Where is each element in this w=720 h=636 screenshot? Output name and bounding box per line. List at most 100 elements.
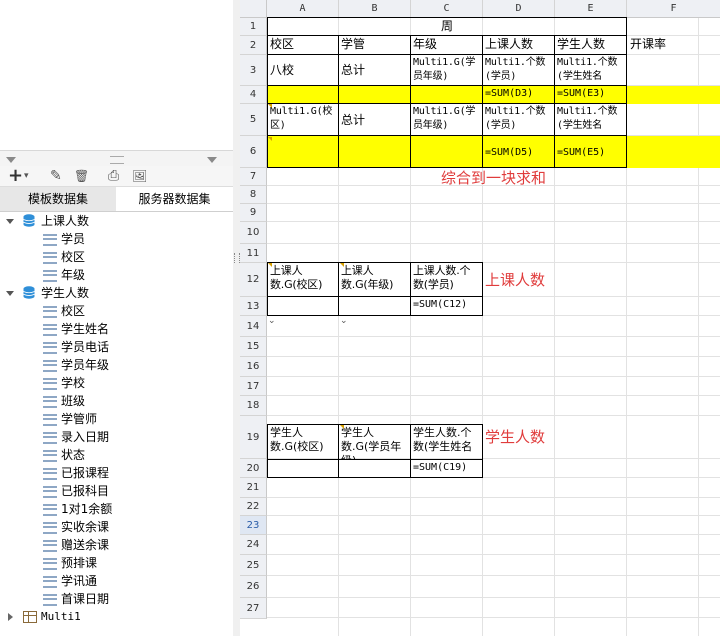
cell-d3[interactable]: Multi1.个数(学员) xyxy=(482,54,555,86)
edit-icon[interactable]: ✎ xyxy=(50,168,62,184)
row-header[interactable]: 11 xyxy=(240,244,267,263)
collapse-down-icon[interactable] xyxy=(207,157,217,163)
image-icon[interactable]: 🖼 xyxy=(132,168,147,184)
row-header[interactable]: 14 xyxy=(240,316,267,337)
row-header[interactable]: 27 xyxy=(240,598,267,619)
cell-e5[interactable]: Multi1.个数(学生姓名 xyxy=(554,103,627,136)
row-header[interactable]: 1 xyxy=(240,18,267,36)
cell-c5[interactable]: Multi1.G(学员年级) xyxy=(410,103,483,136)
row-header[interactable]: 2 xyxy=(240,36,267,55)
cell-b5[interactable]: 总计 xyxy=(338,103,411,136)
row-header[interactable]: 10 xyxy=(240,222,267,244)
cell-e2[interactable]: 学生人数 xyxy=(554,35,627,55)
row-header[interactable]: 13 xyxy=(240,297,267,316)
cell-b6[interactable] xyxy=(338,135,411,168)
cell-a4[interactable] xyxy=(267,85,339,104)
cell-a13[interactable] xyxy=(267,296,339,316)
cell-c20[interactable]: =SUM(C19) xyxy=(410,459,483,478)
cell-a12[interactable]: 上课人数.G(校区) xyxy=(267,262,339,297)
row-header[interactable]: 25 xyxy=(240,555,267,576)
row-header[interactable]: 23 xyxy=(240,516,267,535)
add-dataset-icon[interactable]: + xyxy=(8,167,23,185)
row-header[interactable]: 17 xyxy=(240,377,267,396)
tree-node-class-count[interactable]: 上课人数 xyxy=(0,212,233,230)
cell-d2[interactable]: 上课人数 xyxy=(482,35,555,55)
row-header[interactable]: 20 xyxy=(240,459,267,478)
cell-d4[interactable]: =SUM(D3) xyxy=(482,85,555,104)
row-header[interactable]: 22 xyxy=(240,498,267,516)
tree-node-student-count[interactable]: 学生人数 xyxy=(0,284,233,302)
cell-c13[interactable]: =SUM(C12) xyxy=(410,296,483,316)
cell-c3[interactable]: Multi1.G(学员年级) xyxy=(410,54,483,86)
field-label: 学管师 xyxy=(61,412,98,426)
row-header[interactable]: 3 xyxy=(240,55,267,86)
cell-f6[interactable] xyxy=(627,136,720,168)
cell-e3[interactable]: Multi1.个数(学生姓名 xyxy=(554,54,627,86)
column-header-e[interactable]: E xyxy=(555,0,627,18)
row-header[interactable]: 7 xyxy=(240,168,267,186)
row-header[interactable]: 18 xyxy=(240,396,267,416)
cell-a5[interactable]: Multi1.G(校区) xyxy=(267,103,339,136)
column-header-d[interactable]: D xyxy=(483,0,555,18)
cell-a1-merged[interactable]: 周 xyxy=(267,17,627,36)
cell-b12[interactable]: 上课人数.G(年级) xyxy=(338,262,411,297)
cell-a20[interactable] xyxy=(267,459,339,478)
field-icon xyxy=(43,504,57,516)
cell-c12[interactable]: 上课人数.个数(学员) xyxy=(410,262,483,297)
cell-f2[interactable]: 开课率 xyxy=(628,36,698,54)
row-header[interactable]: 12 xyxy=(240,263,267,297)
field-icon xyxy=(43,432,57,444)
collapsed-caret-icon[interactable] xyxy=(8,613,13,621)
preview-icon[interactable]: ⎙ xyxy=(108,168,119,184)
cell-b19[interactable]: 学生人数.G(学员年级) xyxy=(338,424,411,460)
cell-e6[interactable]: =SUM(E5) xyxy=(554,135,627,168)
cell-c4[interactable] xyxy=(410,85,483,104)
row-header[interactable]: 5 xyxy=(240,104,267,136)
sheet-corner[interactable] xyxy=(240,0,267,18)
cell-e4[interactable]: =SUM(E3) xyxy=(554,85,627,104)
row-header[interactable]: 26 xyxy=(240,576,267,598)
report-sheet[interactable]: A B C D E F 1 2 3 4 5 6 7 8 9 10 11 12 1… xyxy=(240,0,720,636)
pane-divider[interactable] xyxy=(233,0,240,636)
collapse-up-icon[interactable] xyxy=(6,157,16,163)
column-header-b[interactable]: B xyxy=(339,0,411,18)
cell-b2[interactable]: 学管 xyxy=(338,35,411,55)
tab-server-dataset[interactable]: 服务器数据集 xyxy=(116,187,233,211)
cell-a3[interactable]: 八校 xyxy=(267,54,339,86)
column-header-c[interactable]: C xyxy=(411,0,483,18)
tab-template-dataset[interactable]: 模板数据集 xyxy=(0,187,116,211)
row-header[interactable]: 4 xyxy=(240,86,267,104)
cell-d6[interactable]: =SUM(D5) xyxy=(482,135,555,168)
cell-c2[interactable]: 年级 xyxy=(410,35,483,55)
cell-b3[interactable]: 总计 xyxy=(338,54,411,86)
expand-caret-icon[interactable] xyxy=(6,219,14,224)
cell-b13[interactable] xyxy=(338,296,411,316)
expand-caret-icon[interactable] xyxy=(6,291,14,296)
cell-a6[interactable] xyxy=(267,135,339,168)
cell-c19[interactable]: 学生人数.个数(学生姓名 xyxy=(410,424,483,460)
row-header[interactable]: 16 xyxy=(240,357,267,377)
panel-splitter[interactable] xyxy=(0,150,233,167)
row-header[interactable]: 8 xyxy=(240,186,267,204)
cell-b20[interactable] xyxy=(338,459,411,478)
cell-a2[interactable]: 校区 xyxy=(267,35,339,55)
cell-b4[interactable] xyxy=(338,85,411,104)
row-header[interactable]: 21 xyxy=(240,478,267,498)
row-header[interactable]: 24 xyxy=(240,535,267,555)
cell-d5[interactable]: Multi1.个数(学员) xyxy=(482,103,555,136)
splitter-grip-icon[interactable] xyxy=(110,156,124,164)
row-header[interactable]: 9 xyxy=(240,204,267,222)
grid-line xyxy=(267,415,720,416)
add-dropdown-icon[interactable]: ▾ xyxy=(24,168,29,184)
row-header[interactable]: 6 xyxy=(240,136,267,168)
grid-line xyxy=(267,221,720,222)
column-header-f[interactable]: F xyxy=(627,0,720,18)
cell-a19[interactable]: 学生人数.G(校区) xyxy=(267,424,339,460)
row-header[interactable]: 19 xyxy=(240,416,267,459)
delete-icon[interactable]: 🗑 xyxy=(74,168,89,184)
cell-f4[interactable] xyxy=(627,86,720,104)
column-header-a[interactable]: A xyxy=(267,0,339,18)
row-header[interactable]: 15 xyxy=(240,337,267,357)
tree-node-multi1[interactable]: Multi1 xyxy=(0,608,233,626)
cell-c6[interactable] xyxy=(410,135,483,168)
